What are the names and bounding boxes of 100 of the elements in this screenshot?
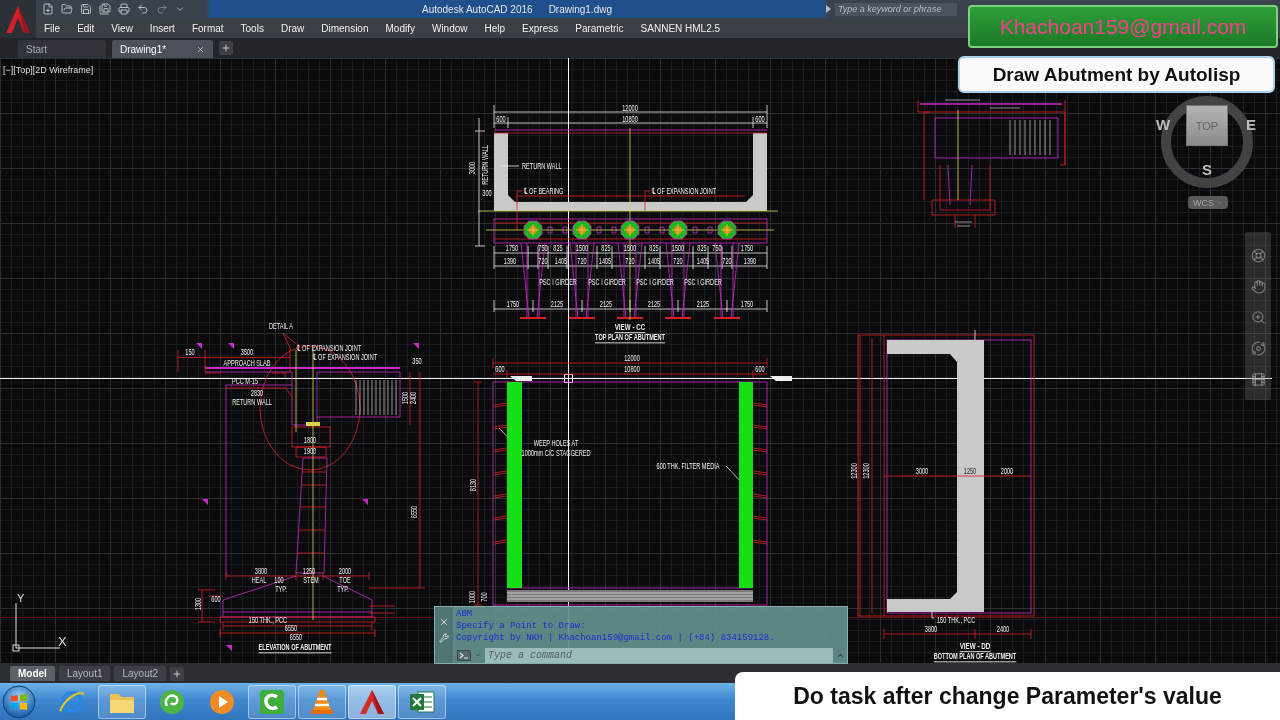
layout-tab[interactable]: Model xyxy=(10,666,55,681)
document-tab[interactable]: Start xyxy=(18,40,106,58)
dimension-text: 825 xyxy=(601,242,611,254)
layout-tab[interactable]: Layout1 xyxy=(58,666,111,681)
globe-icon xyxy=(59,688,85,715)
dimension-text: 1405 xyxy=(554,255,568,267)
dimension-text: 600 xyxy=(496,113,506,125)
compass-direction[interactable]: S xyxy=(1202,161,1212,178)
dimension-text: 1300 xyxy=(192,597,204,611)
dimension-text: 1500 xyxy=(575,242,589,254)
dimension-text: 825 xyxy=(649,242,659,254)
command-input[interactable]: Type a command xyxy=(485,647,833,663)
spreadsheet-icon xyxy=(409,688,435,715)
compass-direction[interactable]: W xyxy=(1156,116,1171,133)
save-icon[interactable] xyxy=(80,3,92,15)
zoom-icon[interactable] xyxy=(1250,310,1266,325)
undo-icon[interactable] xyxy=(137,3,149,15)
menu-item[interactable]: Parametric xyxy=(575,22,624,34)
menu-item[interactable]: Dimension xyxy=(321,22,369,34)
axis-label: X xyxy=(58,634,67,649)
print-icon[interactable] xyxy=(118,3,130,15)
app-menu-button[interactable] xyxy=(0,0,36,38)
axis-label: Y xyxy=(17,592,25,604)
dimension-text: 2830 xyxy=(250,387,264,399)
section-arrow-icon xyxy=(770,376,792,381)
document-tab[interactable]: Drawing1* xyxy=(112,40,214,58)
menu-item[interactable]: SANNEN HML2.5 xyxy=(640,22,721,34)
caret-icon[interactable] xyxy=(826,5,831,13)
dimension-text: 3000 xyxy=(466,161,478,175)
note-text: STEM xyxy=(303,574,319,586)
new-file-icon[interactable] xyxy=(42,3,54,15)
note-text: HEAL xyxy=(251,574,267,586)
dimension-text: 1750 xyxy=(506,298,520,310)
wheel-icon[interactable] xyxy=(1250,248,1266,263)
dimension-text: 300 xyxy=(482,187,492,199)
file-name: Drawing1.dwg xyxy=(548,3,612,15)
start-orb-icon[interactable] xyxy=(2,684,36,719)
email-caption: Khachoan159@gmail.com xyxy=(968,5,1278,48)
menu-item[interactable]: Edit xyxy=(77,22,95,34)
note-text: 600 THK. FILTER MEDIA xyxy=(656,460,720,472)
command-history-line: Copyright by NKH | Khachoan159@gmail.com | (+84) 834159128. xyxy=(456,632,776,644)
taskbar-button[interactable] xyxy=(398,684,446,719)
redo-icon[interactable] xyxy=(156,3,168,15)
save-as-icon[interactable] xyxy=(99,3,111,15)
dimension-text: 720 xyxy=(722,255,732,267)
new-tab-button[interactable] xyxy=(219,41,234,55)
menu-item[interactable]: Help xyxy=(484,22,506,34)
note-text: PSC I GIRDER xyxy=(588,276,626,288)
orbit-icon[interactable] xyxy=(1250,341,1266,356)
film-icon[interactable] xyxy=(1250,372,1266,387)
layout-tab[interactable]: Layout2 xyxy=(114,666,167,681)
menu-item[interactable]: Draw xyxy=(280,22,305,34)
taskbar-button[interactable] xyxy=(248,684,296,719)
drawing-title: TOP PLAN OF ABUTMENT xyxy=(595,331,665,343)
section-mark-icon xyxy=(202,499,208,505)
dropdown-icon[interactable] xyxy=(175,4,185,14)
viewport-controls[interactable]: [−][Top][2D Wireframe] xyxy=(3,65,94,75)
menu-item[interactable]: Modify xyxy=(385,22,415,34)
new-layout-button[interactable] xyxy=(170,666,185,681)
menu-item[interactable]: File xyxy=(44,22,61,34)
close-icon[interactable] xyxy=(196,44,206,54)
dimension-text: 1500 xyxy=(623,242,637,254)
open-folder-icon[interactable] xyxy=(61,3,73,15)
taskbar-button[interactable] xyxy=(348,684,396,719)
menu-item[interactable]: Window xyxy=(431,22,468,34)
plus-icon xyxy=(221,43,232,53)
dimension-text: 700 xyxy=(478,592,490,602)
compass-direction[interactable]: E xyxy=(1246,116,1256,133)
app-logo-icon xyxy=(5,5,31,33)
bearing-pad xyxy=(620,220,640,240)
search-field[interactable]: Type a keyword or phrase xyxy=(835,2,957,16)
tab-label: Start xyxy=(26,43,48,55)
dimension-text: 2125 xyxy=(696,298,710,310)
wrench-icon[interactable] xyxy=(439,633,449,643)
dimension-text: 3800 xyxy=(924,623,938,635)
dimension-text: 1000 xyxy=(466,590,478,604)
dimension-text: 720 xyxy=(577,255,587,267)
menu-item[interactable]: Express xyxy=(522,22,559,34)
dimension-text: 1250 xyxy=(302,565,316,577)
menu-item[interactable]: View xyxy=(111,22,133,34)
note-text: ℄ OF BEARING xyxy=(524,185,564,197)
caret-icon xyxy=(1216,199,1223,206)
dimension-text: 6550 xyxy=(408,505,420,519)
footer-caption: Do task after change Parameter's value xyxy=(735,672,1280,720)
note-text: PSC I GIRDER xyxy=(684,276,722,288)
note-text: RETURN WALL xyxy=(522,160,562,172)
dimension-text: 3500 xyxy=(240,346,254,358)
taskbar-button[interactable] xyxy=(298,684,346,719)
section-mark-icon xyxy=(196,343,202,349)
dimension-text: 2000 xyxy=(338,565,352,577)
close-icon[interactable] xyxy=(439,617,449,627)
menu-item[interactable]: Format xyxy=(191,22,224,34)
dimension-text: 150 xyxy=(185,346,195,358)
prompt-icon[interactable] xyxy=(457,649,471,661)
menu-item[interactable]: Insert xyxy=(149,22,175,34)
dimension-text: 600 xyxy=(755,363,765,375)
dimension-text: 1500 xyxy=(671,242,685,254)
menu-item[interactable]: Tools xyxy=(240,22,264,34)
view-label: VIEW - CC xyxy=(614,321,646,333)
hand-icon[interactable] xyxy=(1250,279,1266,294)
